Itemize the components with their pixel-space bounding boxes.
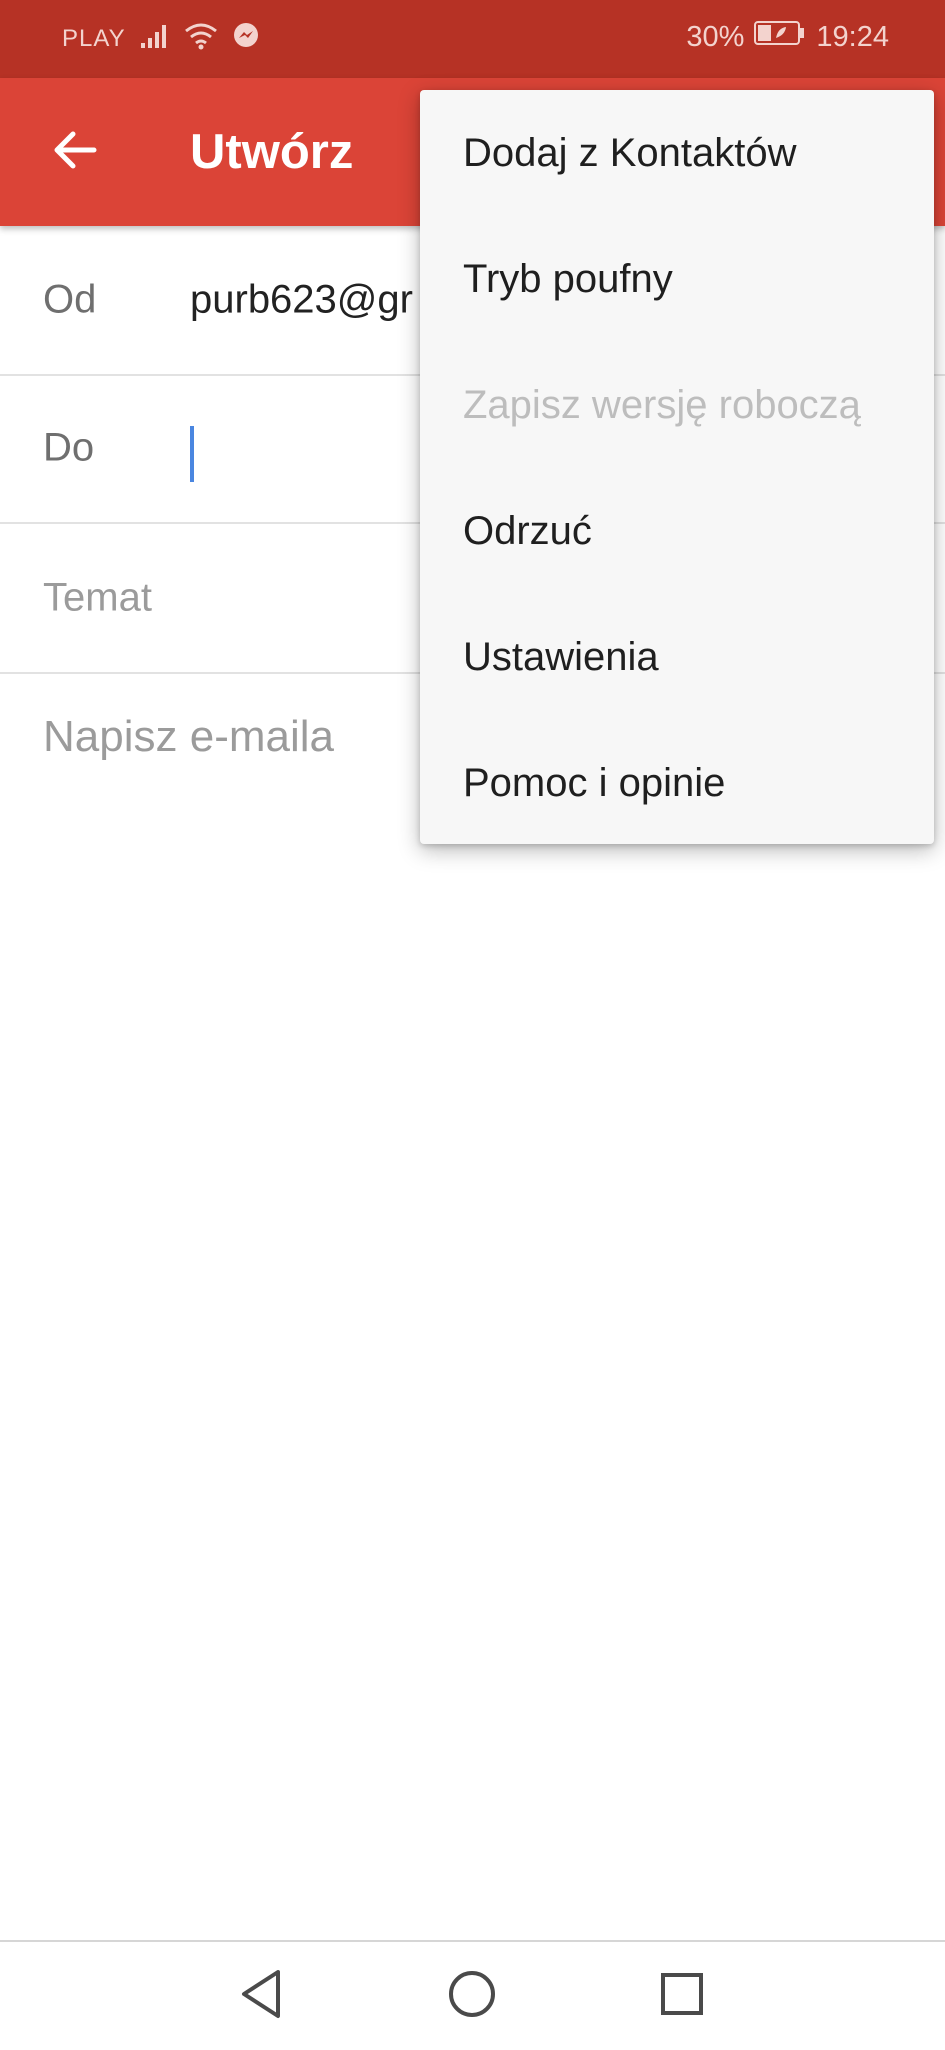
menu-item-confidential-mode[interactable]: Tryb poufny	[420, 216, 934, 342]
battery-percent: 30%	[686, 20, 745, 53]
menu-item-help-feedback[interactable]: Pomoc i opinie	[420, 720, 934, 846]
overflow-menu: Dodaj z Kontaktów Tryb poufny Zapisz wer…	[420, 90, 934, 844]
from-label: Od	[43, 277, 97, 322]
menu-item-add-from-contacts[interactable]: Dodaj z Kontaktów	[420, 90, 934, 216]
nav-recents-button[interactable]	[650, 1964, 714, 2028]
recents-square-icon	[658, 1970, 706, 2023]
home-circle-icon	[446, 1968, 498, 2025]
status-left: PLAY	[62, 22, 260, 55]
signal-icon	[140, 23, 170, 54]
back-button[interactable]	[40, 118, 108, 186]
menu-item-save-draft: Zapisz wersję roboczą	[463, 382, 861, 427]
page-title: Utwórz	[190, 125, 354, 179]
nav-back-button[interactable]	[230, 1964, 294, 2028]
text-cursor	[190, 426, 194, 482]
battery-icon	[754, 20, 806, 54]
arrow-left-icon	[51, 127, 97, 178]
from-value: purb623@gr	[190, 277, 413, 322]
system-nav-bar	[0, 1940, 945, 2050]
body-field[interactable]: Napisz e-maila	[43, 712, 334, 762]
menu-item-discard[interactable]: Odrzuć	[420, 468, 934, 594]
to-label: Do	[43, 425, 95, 470]
nav-home-button[interactable]	[440, 1964, 504, 2028]
wifi-icon	[184, 22, 218, 55]
carrier-name: PLAY	[62, 24, 126, 52]
subject-placeholder: Temat	[43, 575, 152, 620]
messenger-icon	[232, 22, 260, 55]
status-right: 30% 19:24	[686, 20, 889, 54]
menu-item-settings[interactable]: Ustawienia	[420, 594, 934, 720]
status-bar: PLAY 30% 19:24	[0, 0, 945, 78]
clock: 19:24	[816, 20, 889, 53]
back-triangle-icon	[238, 1968, 286, 2025]
